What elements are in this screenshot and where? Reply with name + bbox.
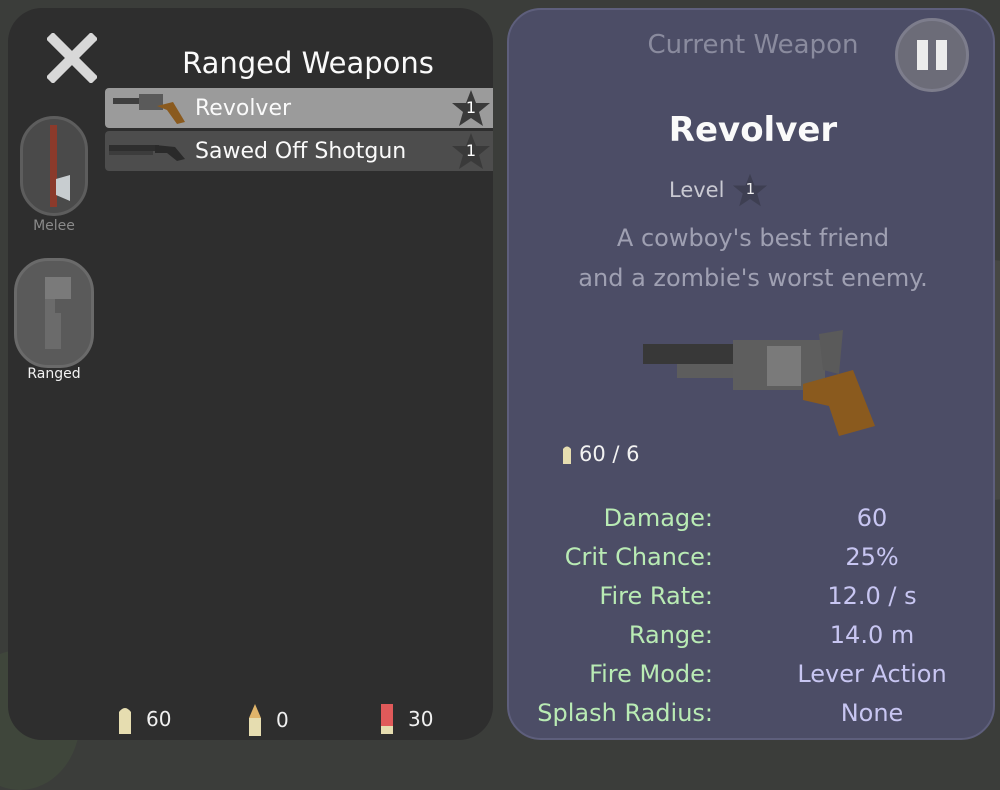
ammo-shotgun: 30 — [380, 704, 433, 734]
shotgun-shell-icon — [381, 704, 393, 734]
category-melee-label: Melee — [33, 218, 75, 234]
weapon-row-sawed-off-shotgun[interactable]: Sawed Off Shotgun 1 — [105, 131, 493, 171]
stat-row-crit-chance: Crit Chance: 25% — [509, 543, 997, 583]
weapon-name: Revolver — [195, 95, 292, 121]
stat-label: Range: — [628, 621, 713, 649]
stat-value: 60 — [856, 504, 888, 532]
revolver-image — [643, 330, 875, 436]
level-star-icon: 1 — [449, 131, 493, 171]
axe-icon — [50, 125, 70, 207]
stat-value: Lever Action — [797, 660, 947, 688]
stat-label: Damage: — [603, 504, 713, 532]
level-value: 1 — [745, 180, 756, 198]
pause-button[interactable] — [895, 18, 969, 92]
stat-value: 12.0 / s — [827, 582, 917, 610]
level-label: Level — [669, 178, 725, 202]
weapon-title: Revolver — [668, 110, 838, 150]
weapon-row-revolver[interactable]: Revolver 1 — [105, 88, 493, 128]
weapon-list-panel: Ranged Weapons Melee Ranged Revolver 1 S… — [8, 8, 493, 740]
ammo-pistol: 60 — [118, 704, 171, 734]
ammo-rifle: 0 — [248, 704, 289, 736]
panel-title: Ranged Weapons — [182, 46, 434, 80]
stat-value: None — [840, 699, 904, 727]
description-line: A cowboy's best friend — [616, 224, 890, 252]
category-ranged-label: Ranged — [27, 366, 81, 382]
pause-icon — [917, 40, 928, 70]
level-star-icon: 1 — [732, 172, 768, 208]
close-button[interactable] — [42, 28, 102, 88]
stat-row-fire-rate: Fire Rate: 12.0 / s — [509, 582, 997, 622]
rifle-bullet-icon — [249, 704, 261, 736]
ammo-count: 0 — [276, 708, 289, 732]
pistol-bullet-icon — [119, 708, 131, 734]
shotgun-thumbnail — [105, 131, 185, 171]
stat-label: Crit Chance: — [564, 543, 713, 571]
stat-row-damage: Damage: 60 — [509, 504, 997, 544]
ammo-readout: 60 / 6 — [579, 442, 640, 466]
stat-value: 14.0 m — [829, 621, 915, 649]
weapon-level: 1 — [465, 98, 477, 117]
stat-label: Fire Rate: — [599, 582, 713, 610]
weapon-name: Sawed Off Shotgun — [195, 138, 407, 164]
pistol-icon — [45, 277, 71, 349]
revolver-thumbnail — [105, 88, 185, 128]
stat-row-splash-radius: Splash Radius: None — [509, 699, 997, 739]
current-weapon-panel: Current Weapon Revolver Level 1 A cowboy… — [507, 8, 995, 740]
pause-icon — [936, 40, 947, 70]
stat-row-fire-mode: Fire Mode: Lever Action — [509, 660, 997, 700]
weapon-ammo: 60 / 6 — [563, 442, 640, 466]
weapon-level-display: Level 1 — [669, 172, 768, 208]
ammo-count: 30 — [408, 707, 434, 731]
level-star-icon: 1 — [449, 88, 493, 128]
bullet-icon — [563, 446, 571, 464]
weapon-description: A cowboy's best friend and a zombie's wo… — [509, 218, 997, 298]
ammo-count: 60 — [146, 707, 172, 731]
weapon-level: 1 — [465, 141, 477, 160]
description-line: and a zombie's worst enemy. — [578, 264, 928, 292]
stat-label: Splash Radius: — [537, 699, 713, 727]
stat-row-range: Range: 14.0 m — [509, 621, 997, 661]
stat-value: 25% — [845, 543, 899, 571]
category-melee-button[interactable] — [20, 116, 88, 216]
stat-label: Fire Mode: — [589, 660, 713, 688]
close-icon — [47, 33, 97, 83]
category-ranged-button[interactable] — [14, 258, 94, 368]
